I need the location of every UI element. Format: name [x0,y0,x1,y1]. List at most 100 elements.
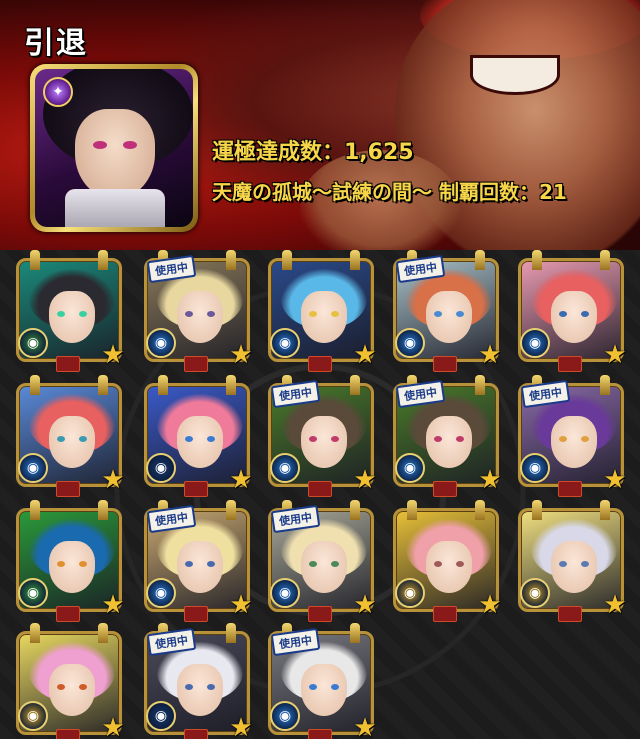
rank-badge [308,606,332,622]
monster-eye [559,436,567,442]
monster-eye [79,561,87,567]
monster-eye [456,561,464,567]
monster-eye [309,436,317,442]
monster-card[interactable]: ◉ ★ [16,375,125,497]
monster-card[interactable]: ◉ ★ 使用中 [144,250,253,372]
monster-card[interactable]: ◉ ★ [144,375,253,497]
monster-face [551,291,597,343]
star-icon: ★ [229,340,253,370]
star-icon: ★ [353,465,377,495]
star-icon: ★ [101,340,125,370]
monster-face [301,416,347,468]
monster-eye [559,561,567,567]
star-icon: ★ [353,590,377,620]
monster-card[interactable]: ◉ ★ 使用中 [144,623,253,739]
monster-eye [185,436,193,442]
monster-eye [309,684,317,690]
rank-badge [56,481,80,497]
frame-ornament [226,375,236,395]
monster-card[interactable]: ◉ ★ 使用中 [393,375,502,497]
element-icon: ◉ [520,453,550,483]
frame-ornament [98,500,108,520]
monster-grid: ◉ ★ ◉ ★ 使用中 ◉ ★ ◉ ★ 使用中 ◉ ★ ◉ ★ ◉ ★ ◉ ★ 使用中 ◉ ★ 使用中 ◉ ★ 使用中 ◉ ★ ◉ ★ 使… [0,250,640,739]
element-icon: ◉ [146,453,176,483]
rank-badge [56,356,80,372]
element-icon: ◉ [18,328,48,358]
rank-badge [308,356,332,372]
monster-card[interactable]: ◉ ★ [393,500,502,622]
monster-card[interactable]: ◉ ★ [518,500,627,622]
frame-ornament [282,250,292,270]
monster-card[interactable]: ◉ ★ [16,623,125,739]
monster-face [551,416,597,468]
element-icon: ◉ [270,578,300,608]
monster-eye [185,684,193,690]
monster-face [301,291,347,343]
monster-eye [207,684,215,690]
monster-eye [331,311,339,317]
monster-face [177,416,223,468]
frame-ornament [226,250,236,270]
rank-badge [184,729,208,739]
frame-ornament [30,623,40,643]
monster-eye [309,561,317,567]
rank-badge [558,481,582,497]
monster-card[interactable]: ◉ ★ 使用中 [518,375,627,497]
rank-badge [433,481,457,497]
monster-card[interactable]: ◉ ★ 使用中 [268,375,377,497]
monster-card[interactable]: ◉ ★ [518,250,627,372]
frame-ornament [350,375,360,395]
star-icon: ★ [229,590,253,620]
frame-ornament [475,375,485,395]
monster-eye [434,561,442,567]
monster-face [49,541,95,593]
rank-badge [308,481,332,497]
element-icon: ◉ [270,701,300,731]
rank-badge [184,606,208,622]
monster-eye [434,311,442,317]
frame-ornament [350,623,360,643]
monster-eye [581,311,589,317]
element-icon: ◉ [520,328,550,358]
retire-banner: 引退 ✦ 運極達成数：1,625 天魔の孤城〜試練の間〜 制覇回数：21 [0,0,640,250]
monster-eye [581,436,589,442]
monster-card[interactable]: ◉ ★ 使用中 [144,500,253,622]
monster-eye [185,561,193,567]
tenma-clear-count: 天魔の孤城〜試練の間〜 制覇回数：21 [212,180,567,204]
monster-card[interactable]: ◉ ★ 使用中 [268,500,377,622]
avatar-collar [65,189,165,227]
frame-ornament [600,250,610,270]
element-icon: ◉ [146,578,176,608]
avatar-face [75,109,155,199]
monster-card[interactable]: ◉ ★ [16,500,125,622]
frame-ornament [475,250,485,270]
rank-badge [558,606,582,622]
avatar-portrait: ✦ [35,69,193,227]
star-icon: ★ [101,713,125,739]
monster-eye [309,311,317,317]
player-avatar[interactable]: ✦ [30,64,198,232]
monster-face [49,416,95,468]
star-icon: ★ [101,465,125,495]
frame-ornament [600,500,610,520]
element-icon: ◉ [395,578,425,608]
monster-face [177,291,223,343]
monster-face [49,664,95,716]
banner-character-grin [470,55,560,95]
star-icon: ★ [603,590,627,620]
monster-card[interactable]: ◉ ★ 使用中 [268,623,377,739]
monster-eye [207,561,215,567]
monster-eye [331,684,339,690]
rank-badge [184,356,208,372]
monster-eye [57,311,65,317]
frame-ornament [532,250,542,270]
monster-face [177,541,223,593]
monster-card[interactable]: ◉ ★ [16,250,125,372]
monster-face [551,541,597,593]
monster-card[interactable]: ◉ ★ [268,250,377,372]
rank-badge [184,481,208,497]
rank-badge [308,729,332,739]
star-icon: ★ [478,590,502,620]
retire-title: 引退 [24,26,88,61]
monster-card[interactable]: ◉ ★ 使用中 [393,250,502,372]
